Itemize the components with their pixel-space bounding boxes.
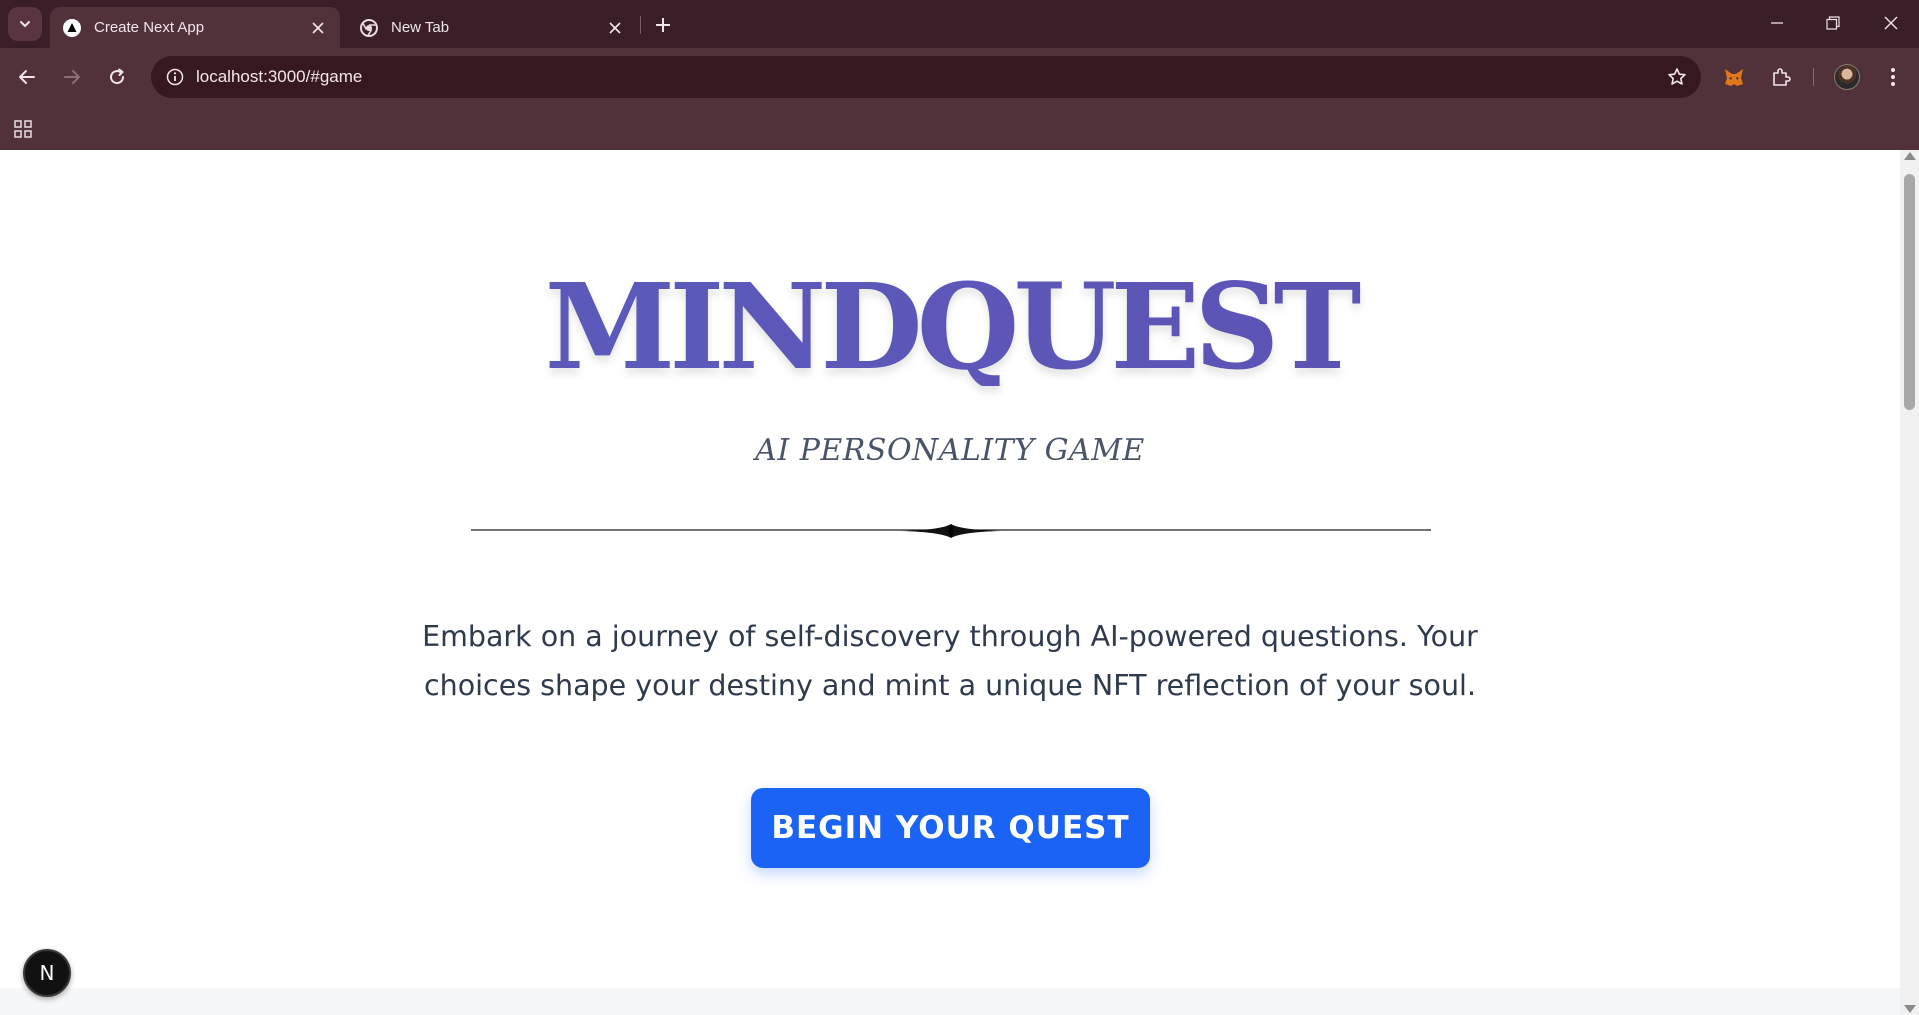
page-description: Embark on a journey of self-discovery th… [422, 620, 1478, 702]
page-title: MINDQUEST [0, 268, 1900, 386]
scroll-thumb[interactable] [1904, 174, 1915, 410]
minimize-icon [1771, 22, 1783, 24]
browser-toolbar: localhost:3000/#game [0, 48, 1919, 107]
page-viewport: MINDQUEST AI PERSONALITY GAME Embark on … [0, 150, 1900, 1015]
reload-icon [110, 68, 125, 85]
apps-grid-icon [14, 120, 32, 138]
page-scrollbar[interactable] [1900, 150, 1919, 1015]
next-section [0, 988, 1900, 1015]
bookmark-star-icon[interactable] [1665, 65, 1689, 89]
kebab-menu-icon [1891, 68, 1895, 86]
page-subtitle: AI PERSONALITY GAME [755, 433, 1145, 468]
chevron-down-icon [20, 21, 30, 28]
tab-create-next-app[interactable]: Create Next App [50, 7, 340, 48]
ornamental-divider [471, 524, 1431, 538]
tab-new-tab[interactable]: New Tab [347, 7, 637, 48]
close-icon [1884, 16, 1898, 30]
plus-icon [656, 18, 670, 32]
hero-section: MINDQUEST AI PERSONALITY GAME Embark on … [0, 150, 1900, 988]
tab-title: New Tab [391, 19, 450, 36]
nextjs-dev-badge[interactable]: N [23, 949, 71, 997]
new-tab-button[interactable] [648, 10, 678, 40]
url-text[interactable]: localhost:3000/#game [196, 67, 362, 87]
forward-button[interactable] [55, 60, 89, 94]
apps-grid-button[interactable] [10, 116, 36, 142]
minimize-button[interactable] [1749, 0, 1805, 46]
site-info-icon[interactable] [163, 65, 187, 89]
close-tab-icon[interactable] [601, 14, 629, 42]
tab-title: Create Next App [94, 19, 205, 36]
close-window-button[interactable] [1863, 0, 1919, 46]
restore-button[interactable] [1805, 0, 1861, 46]
tab-separator [640, 16, 641, 34]
toolbar-divider [1813, 68, 1814, 86]
bookmarks-bar [0, 107, 1919, 150]
arrow-left-icon [19, 70, 35, 84]
browser-menu-button[interactable] [1876, 60, 1910, 94]
profile-avatar[interactable] [1830, 60, 1864, 94]
reload-button[interactable] [100, 60, 134, 94]
tab-search-button[interactable] [8, 7, 42, 41]
nextjs-icon [62, 18, 82, 38]
arrow-right-icon [64, 70, 80, 84]
begin-quest-button[interactable]: BEGIN YOUR QUEST [751, 788, 1150, 868]
scroll-down-arrow-icon[interactable] [1904, 1005, 1916, 1013]
metamask-extension-icon[interactable] [1717, 60, 1751, 94]
extensions-puzzle-icon[interactable] [1764, 60, 1798, 94]
tab-strip: Create Next App New Tab [0, 0, 1919, 48]
back-button[interactable] [10, 60, 44, 94]
scroll-up-arrow-icon[interactable] [1904, 152, 1916, 160]
close-tab-icon[interactable] [304, 14, 332, 42]
address-bar[interactable]: localhost:3000/#game [151, 56, 1701, 98]
avatar [1834, 64, 1860, 90]
chrome-icon [359, 18, 379, 38]
restore-icon [1826, 16, 1840, 30]
